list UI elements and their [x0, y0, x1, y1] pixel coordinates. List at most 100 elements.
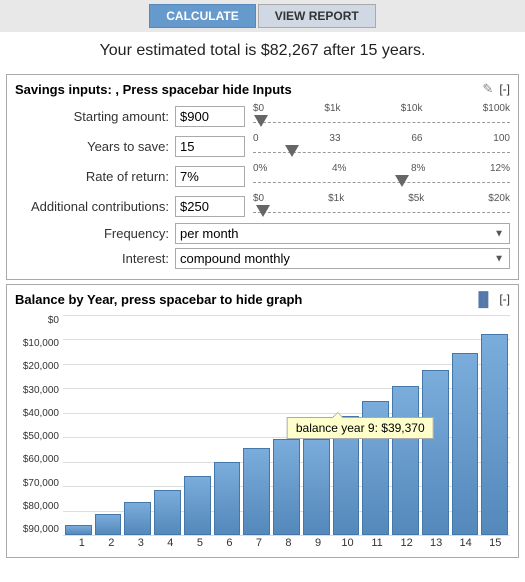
- slider-label: 66: [411, 133, 422, 144]
- slider-label: 100: [493, 133, 510, 144]
- bar[interactable]: balance year 9: $39,370: [303, 439, 330, 535]
- y-label: $90,000: [15, 524, 59, 535]
- bar[interactable]: [214, 462, 241, 535]
- select-field[interactable]: compound monthlycompound annuallysimple: [175, 248, 510, 269]
- y-label: $70,000: [15, 478, 59, 489]
- x-label: 4: [156, 537, 186, 549]
- slider-label: $0: [253, 103, 264, 114]
- slider-track[interactable]: [253, 145, 510, 159]
- select-field[interactable]: per monthper yearone time: [175, 223, 510, 244]
- slider-labels: 03366100: [253, 133, 510, 144]
- x-label: 13: [421, 537, 451, 549]
- slider-label: 0%: [253, 163, 267, 174]
- input-field[interactable]: [175, 106, 245, 127]
- slider-label: $100k: [483, 103, 510, 114]
- x-label: 7: [244, 537, 274, 549]
- bars-row: balance year 9: $39,370: [63, 315, 510, 535]
- x-label: 11: [362, 537, 392, 549]
- bar[interactable]: [273, 439, 300, 535]
- input-field[interactable]: [175, 196, 245, 217]
- slider-label: 33: [329, 133, 340, 144]
- bar[interactable]: [481, 334, 508, 535]
- graph-header-label: Balance by Year, press spacebar to hide …: [15, 292, 302, 307]
- slider-labels: $0$1k$5k$20k: [253, 193, 510, 204]
- bar[interactable]: [392, 386, 419, 535]
- bar[interactable]: [95, 514, 122, 535]
- slider-track[interactable]: [253, 205, 510, 219]
- bar[interactable]: [333, 416, 360, 535]
- bar[interactable]: [422, 370, 449, 535]
- bar[interactable]: [124, 502, 151, 535]
- slider-thumb[interactable]: [285, 145, 299, 157]
- graph-collapse-button[interactable]: [-]: [499, 292, 510, 306]
- bar[interactable]: [154, 490, 181, 535]
- bar[interactable]: [452, 353, 479, 535]
- input-rows: Starting amount: $0 $1k $10k $100k Years to s…: [15, 103, 510, 219]
- select-wrapper: per monthper yearone time: [175, 223, 510, 244]
- slider-thumb[interactable]: [395, 175, 409, 187]
- input-field[interactable]: [175, 166, 245, 187]
- x-label: 3: [126, 537, 156, 549]
- edit-icon[interactable]: ✎: [482, 81, 493, 97]
- x-label: 14: [451, 537, 481, 549]
- slider-label: 4%: [332, 163, 346, 174]
- select-row: Interest:compound monthlycompound annual…: [15, 248, 510, 269]
- slider-track[interactable]: [253, 175, 510, 189]
- x-label: 2: [97, 537, 127, 549]
- input-label: Additional contributions:: [15, 199, 175, 214]
- y-label: $60,000: [15, 454, 59, 465]
- y-label: $0: [15, 315, 59, 326]
- graph-header-controls: ▐▌ [-]: [473, 291, 510, 307]
- view-report-button[interactable]: VIEW REPORT: [258, 4, 376, 28]
- input-row: Years to save:03366100: [15, 133, 510, 159]
- input-field[interactable]: [175, 136, 245, 157]
- chart-container: $90,000$80,000$70,000$60,000$50,000$40,0…: [15, 315, 510, 535]
- bar-chart-icon[interactable]: ▐▌: [473, 291, 493, 307]
- slider-label: $10k: [401, 103, 423, 114]
- slider-label: $0: [253, 193, 264, 204]
- input-label: Years to save:: [15, 139, 175, 154]
- bar[interactable]: [65, 525, 92, 535]
- bar[interactable]: [243, 448, 270, 535]
- slider-labels: 0%4%8%12%: [253, 163, 510, 174]
- input-row: Additional contributions:$0$1k$5k$20k: [15, 193, 510, 219]
- x-label: 1: [67, 537, 97, 549]
- x-label: 5: [185, 537, 215, 549]
- slider-area: 0%4%8%12%: [253, 163, 510, 189]
- y-label: $20,000: [15, 361, 59, 372]
- inputs-header-controls: ✎ [-]: [482, 81, 510, 97]
- slider-area: $0 $1k $10k $100k: [253, 103, 510, 129]
- select-row: Frequency:per monthper yearone time: [15, 223, 510, 244]
- select-wrapper: compound monthlycompound annuallysimple: [175, 248, 510, 269]
- input-row: Starting amount: $0 $1k $10k $100k: [15, 103, 510, 129]
- y-label: $30,000: [15, 385, 59, 396]
- slider-thumb[interactable]: [256, 205, 270, 217]
- input-row: Rate of return:0%4%8%12%: [15, 163, 510, 189]
- slider-line: [253, 212, 510, 213]
- slider-label: $1k: [328, 193, 344, 204]
- x-label: 10: [333, 537, 363, 549]
- slider-area: 03366100: [253, 133, 510, 159]
- grid-line: [63, 535, 510, 536]
- collapse-button[interactable]: [-]: [499, 82, 510, 96]
- bar[interactable]: [362, 401, 389, 535]
- x-label: 9: [303, 537, 333, 549]
- y-label: $80,000: [15, 501, 59, 512]
- select-label: Frequency:: [15, 226, 175, 241]
- slider-label: $1k: [324, 103, 340, 114]
- x-label: 8: [274, 537, 304, 549]
- calculate-button[interactable]: CALCULATE: [149, 4, 255, 28]
- bar[interactable]: [184, 476, 211, 535]
- inputs-header: Savings inputs: , Press spacebar hide In…: [15, 81, 510, 97]
- slider-track[interactable]: [253, 115, 510, 129]
- summary-text: Your estimated total is $82,267 after 15…: [0, 32, 525, 70]
- slider-label: $20k: [488, 193, 510, 204]
- graph-header: Balance by Year, press spacebar to hide …: [15, 291, 510, 307]
- y-label: $40,000: [15, 408, 59, 419]
- inputs-section: Savings inputs: , Press spacebar hide In…: [6, 74, 519, 280]
- input-label: Starting amount:: [15, 109, 175, 124]
- select-label: Interest:: [15, 251, 175, 266]
- y-axis: $90,000$80,000$70,000$60,000$50,000$40,0…: [15, 315, 63, 535]
- slider-thumb[interactable]: [254, 115, 268, 127]
- x-label: 12: [392, 537, 422, 549]
